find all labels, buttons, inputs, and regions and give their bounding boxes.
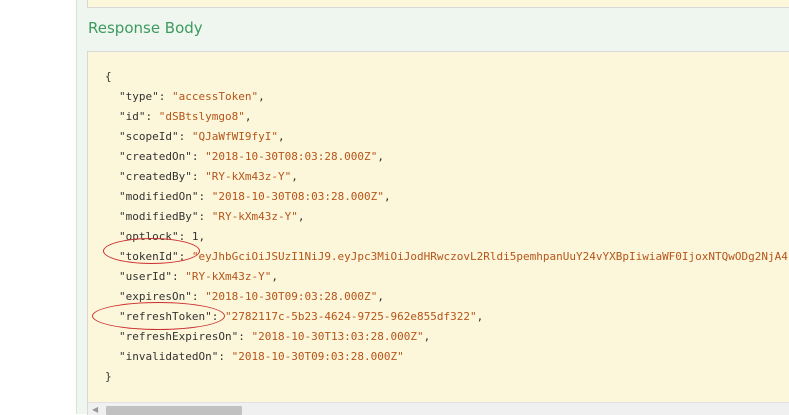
section-title: Response Body	[88, 19, 203, 37]
brace: }	[105, 370, 112, 383]
brace: {	[105, 70, 112, 83]
scroll-left-icon[interactable]: ◀	[92, 405, 98, 414]
json-value: 2018-10-30T09:03:28.000Z	[211, 290, 371, 303]
json-key: modifiedOn	[125, 190, 192, 203]
previous-section-box	[87, 0, 789, 8]
json-value: RY-kXm43z-Y	[218, 210, 292, 223]
json-value: 2018-10-30T08:03:28.000Z	[218, 190, 378, 203]
json-line-invalidatedon: "invalidatedOn": "2018-10-30T09:03:28.00…	[119, 350, 404, 363]
json-brace: }	[105, 367, 789, 387]
json-value: 2018-10-30T13:03:28.000Z	[258, 330, 418, 343]
horizontal-scrollbar[interactable]: ◀	[88, 402, 789, 415]
json-line-modifiedon: "modifiedOn": "2018-10-30T08:03:28.000Z"…	[119, 190, 391, 203]
json-value: RY-kXm43z-Y	[211, 170, 285, 183]
annotation-ellipse-refreshtoken	[92, 302, 225, 330]
json-key: scopeId	[125, 130, 172, 143]
json-line-createdon: "createdOn": "2018-10-30T08:03:28.000Z",	[119, 150, 384, 163]
json-line-modifiedby: "modifiedBy": "RY-kXm43z-Y",	[119, 210, 305, 223]
json-key: type	[125, 90, 153, 103]
json-line-createdby: "createdBy": "RY-kXm43z-Y",	[119, 170, 298, 183]
json-key: invalidatedOn	[125, 350, 212, 363]
json-value: dSBtslymgo8	[165, 110, 239, 123]
json-key: id	[125, 110, 139, 123]
json-key: createdOn	[125, 150, 186, 163]
json-code: { "type": "accessToken", "id": "dSBtslymgo…	[105, 67, 789, 387]
json-key: refreshExpiresOn	[125, 330, 232, 343]
json-line-type: "type": "accessToken",	[119, 90, 265, 103]
json-value: 2018-10-30T08:03:28.000Z	[211, 150, 371, 163]
json-value: 1	[191, 230, 199, 243]
json-line-scopeid: "scopeId": "QJaWfWI9fyI",	[119, 130, 285, 143]
json-value: eyJhbGciOiJSUzI1NiJ9.eyJpc3MiOiJodHRwczo…	[198, 250, 788, 263]
json-line-optlock: "optlock": 1,	[119, 230, 206, 243]
annotation-ellipse-tokenid	[103, 238, 200, 264]
response-body-box: { "type": "accessToken", "id": "dSBtslymgo…	[87, 51, 789, 415]
json-key: createdBy	[125, 170, 186, 183]
json-line-id: "id": "dSBtslymgo8",	[119, 110, 252, 123]
json-line-refreshexpireson: "refreshExpiresOn": "2018-10-30T13:03:28…	[119, 330, 431, 343]
json-value: RY-kXm43z-Y	[191, 270, 265, 283]
json-line-tokenid: "tokenId": "eyJhbGciOiJSUzI1NiJ9.eyJpc3M…	[119, 250, 789, 263]
json-key: modifiedBy	[125, 210, 192, 223]
json-line-userid: "userId": "RY-kXm43z-Y",	[119, 270, 278, 283]
json-value: accessToken	[178, 90, 252, 103]
json-value: 2018-10-30T09:03:28.000Z	[238, 350, 398, 363]
json-value: QJaWfWI9fyI	[198, 130, 272, 143]
json-value: 2782117c-5b23-4624-9725-962e855df322	[231, 310, 471, 323]
json-brace: {	[105, 67, 789, 87]
json-key: userId	[125, 270, 166, 283]
json-line-expireson: "expiresOn": "2018-10-30T09:03:28.000Z",	[119, 290, 384, 303]
